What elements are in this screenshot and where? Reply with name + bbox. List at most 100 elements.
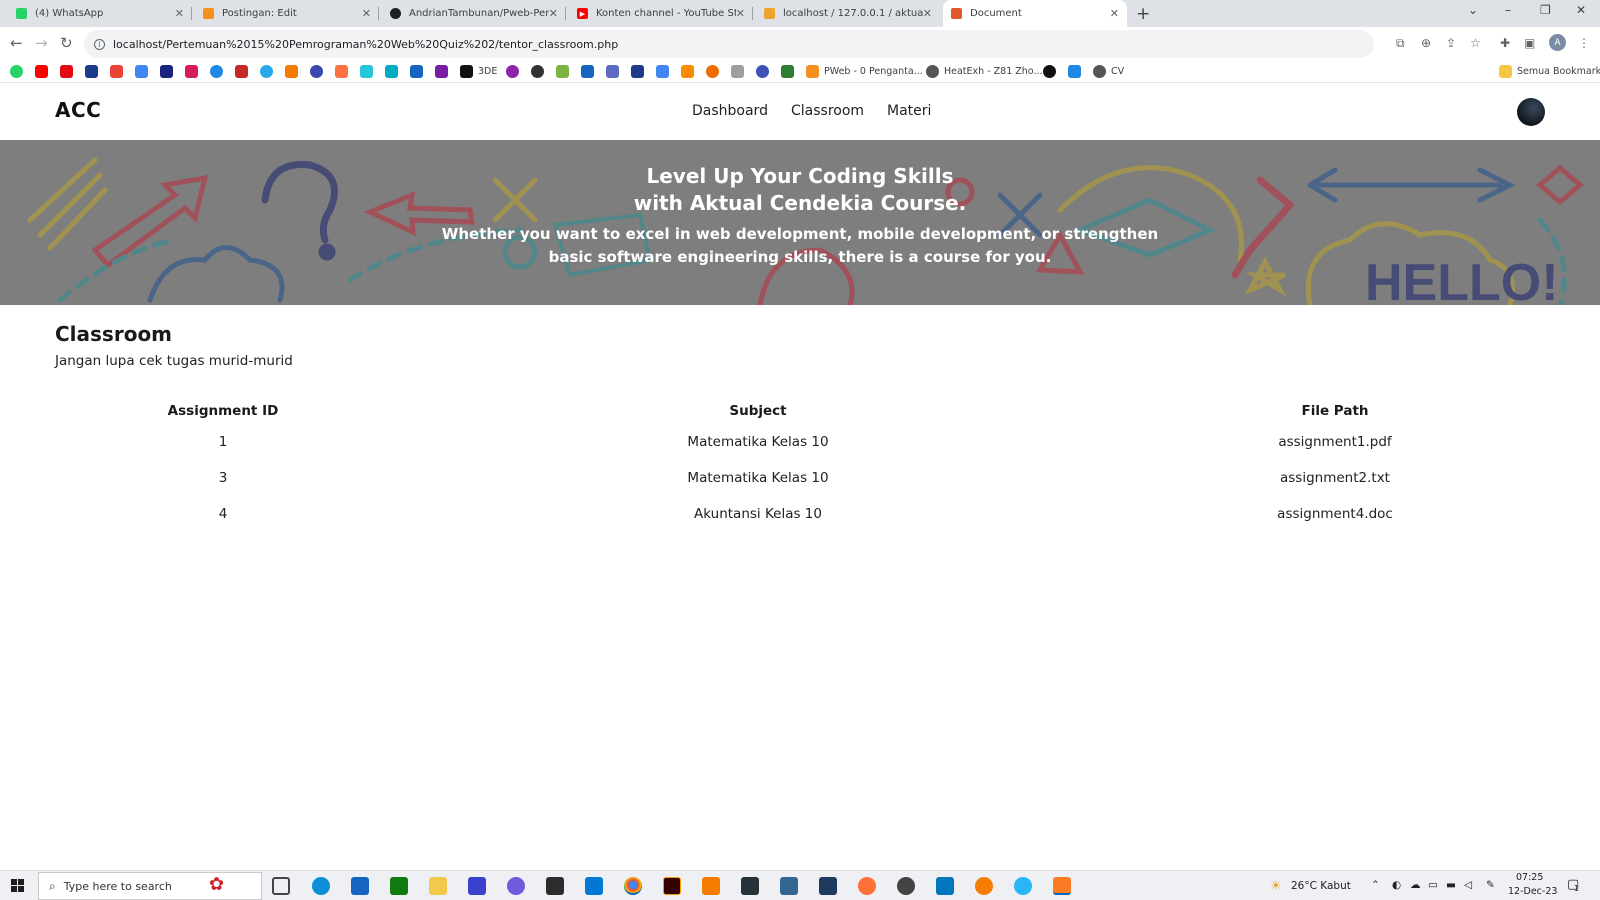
clock-date[interactable]: 12-Dec-23 [1508, 886, 1557, 897]
bookmark-netflix-icon[interactable] [60, 65, 73, 78]
zoom-icon[interactable]: ⊕ [1421, 36, 1431, 50]
bookmark-app-icon[interactable] [606, 65, 619, 78]
all-bookmarks[interactable]: Semua Bookmark [1517, 66, 1600, 77]
url-text[interactable]: localhost/Pertemuan%2015%20Pemrograman%2… [113, 38, 618, 51]
bookmark-translate-icon[interactable] [135, 65, 148, 78]
bookmark-app-icon[interactable] [781, 65, 794, 78]
chrome-icon[interactable] [624, 877, 642, 895]
bookmark-app-icon[interactable] [1068, 65, 1081, 78]
close-icon[interactable]: ✕ [736, 7, 745, 20]
bookmark-pweb[interactable]: PWeb - 0 Penganta... [824, 66, 923, 77]
taskbar-search-box[interactable]: ⌕ Type here to search [38, 872, 262, 900]
share-icon[interactable]: ⇪ [1446, 36, 1456, 50]
illustrator-icon[interactable] [663, 877, 681, 895]
vscode-icon[interactable] [585, 877, 603, 895]
bookmark-tailwind-icon[interactable] [385, 65, 398, 78]
app-icon[interactable] [507, 877, 525, 895]
postgresql-icon[interactable] [780, 877, 798, 895]
tab-phpmyadmin[interactable]: localhost / 127.0.0.1 / aktual_cen ✕ [756, 0, 940, 27]
reload-icon[interactable]: ↻ [60, 34, 73, 52]
bookmark-app-icon[interactable] [706, 65, 719, 78]
close-icon[interactable]: ✕ [175, 7, 184, 20]
bookmark-app-icon[interactable] [506, 65, 519, 78]
bookmark-app-icon[interactable] [185, 65, 198, 78]
firefox-icon[interactable] [858, 877, 876, 895]
bookmark-app-icon[interactable] [681, 65, 694, 78]
app-icon[interactable] [741, 877, 759, 895]
user-avatar[interactable] [1517, 98, 1545, 126]
app-icon[interactable] [936, 877, 954, 895]
volume-icon[interactable]: ◁ [1464, 879, 1472, 891]
new-tab-plus-icon[interactable]: + [1136, 4, 1150, 24]
windows-start-icon[interactable] [11, 879, 25, 893]
bookmark-app-icon[interactable] [1093, 65, 1106, 78]
app-icon[interactable] [975, 877, 993, 895]
app-icon[interactable] [819, 877, 837, 895]
bookmark-app-icon[interactable] [1043, 65, 1056, 78]
bookmark-app-icon[interactable] [210, 65, 223, 78]
bookmark-star-icon[interactable]: ☆ [1470, 36, 1481, 50]
address-bar[interactable]: i localhost/Pertemuan%2015%20Pemrograman… [84, 30, 1374, 58]
bookmark-app-icon[interactable] [556, 65, 569, 78]
app-icon[interactable] [702, 877, 720, 895]
bookmark-heatexh[interactable]: HeatExh - Z81 Zho... [944, 66, 1043, 77]
bookmark-youtube-icon[interactable] [35, 65, 48, 78]
bookmark-app-icon[interactable] [360, 65, 373, 78]
battery-icon[interactable]: ▬ [1446, 879, 1456, 891]
bookmark-app-icon[interactable] [285, 65, 298, 78]
file-explorer-icon[interactable] [429, 877, 447, 895]
app-icon[interactable] [468, 877, 486, 895]
network-icon[interactable]: ◐ [1392, 879, 1401, 891]
close-icon[interactable]: ✕ [362, 7, 371, 20]
pen-icon[interactable]: ✎ [1486, 879, 1495, 891]
xbox-icon[interactable] [390, 877, 408, 895]
tab-youtube-studio[interactable]: ▶ Konten channel - YouTube Studi ✕ [569, 0, 753, 27]
bookmark-app-icon[interactable] [756, 65, 769, 78]
extensions-puzzle-icon[interactable]: ✚ [1500, 36, 1510, 50]
close-icon[interactable]: ✕ [1110, 7, 1119, 20]
edge-icon[interactable] [312, 877, 330, 895]
site-info-icon[interactable]: i [94, 38, 105, 50]
bookmark-cv[interactable]: CV [1111, 66, 1124, 77]
menu-kebab-icon[interactable]: ⋮ [1578, 36, 1590, 50]
bookmark-app-icon[interactable] [581, 65, 594, 78]
bookmark-app-icon[interactable] [531, 65, 544, 78]
bookmark-app-icon[interactable] [731, 65, 744, 78]
bookmark-app-icon[interactable] [310, 65, 323, 78]
restore-icon[interactable]: ❐ [1540, 3, 1551, 17]
weather-text[interactable]: 26°C Kabut [1291, 880, 1351, 892]
figma-icon[interactable] [546, 877, 564, 895]
tab-search-chevron-icon[interactable]: ⌄ [1468, 3, 1478, 17]
brand-logo[interactable]: ACC [55, 98, 101, 122]
bookmark-blogger-icon[interactable] [806, 65, 819, 78]
nav-materi[interactable]: Materi [887, 103, 931, 119]
bookmark-app-icon[interactable] [160, 65, 173, 78]
app-icon[interactable] [897, 877, 915, 895]
mail-icon[interactable] [351, 877, 369, 895]
bookmark-telegram-icon[interactable] [260, 65, 273, 78]
bookmark-3de[interactable]: 3DE [478, 66, 497, 77]
task-view-icon[interactable] [272, 877, 290, 895]
bookmark-its-icon[interactable] [631, 65, 644, 78]
side-panel-icon[interactable]: ▣ [1524, 36, 1535, 50]
translate-icon[interactable]: ⧉ [1396, 36, 1405, 51]
folder-icon[interactable] [1499, 65, 1512, 78]
close-icon[interactable]: ✕ [923, 7, 932, 20]
bookmark-whatsapp-icon[interactable] [10, 65, 23, 78]
tab-whatsapp[interactable]: (4) WhatsApp ✕ [8, 0, 192, 27]
display-icon[interactable]: ▭ [1428, 879, 1438, 891]
profile-avatar[interactable]: A [1549, 34, 1566, 51]
bookmark-app-icon[interactable] [335, 65, 348, 78]
minimize-icon[interactable]: – [1505, 3, 1511, 17]
nav-dashboard[interactable]: Dashboard [692, 103, 768, 119]
xampp-icon[interactable] [1053, 877, 1071, 895]
bookmark-bootstrap-icon[interactable] [435, 65, 448, 78]
tab-github[interactable]: AndrianTambunan/Pweb-Pertem ✕ [382, 0, 566, 27]
bookmark-app-icon[interactable] [235, 65, 248, 78]
bookmark-google-icon[interactable] [656, 65, 669, 78]
nav-classroom[interactable]: Classroom [791, 103, 864, 119]
tab-document-active[interactable]: Document ✕ [943, 0, 1127, 27]
clock-time[interactable]: 07:25 [1516, 872, 1543, 883]
back-arrow-icon[interactable]: ← [10, 34, 23, 52]
tab-blogger[interactable]: Postingan: Edit ✕ [195, 0, 379, 27]
